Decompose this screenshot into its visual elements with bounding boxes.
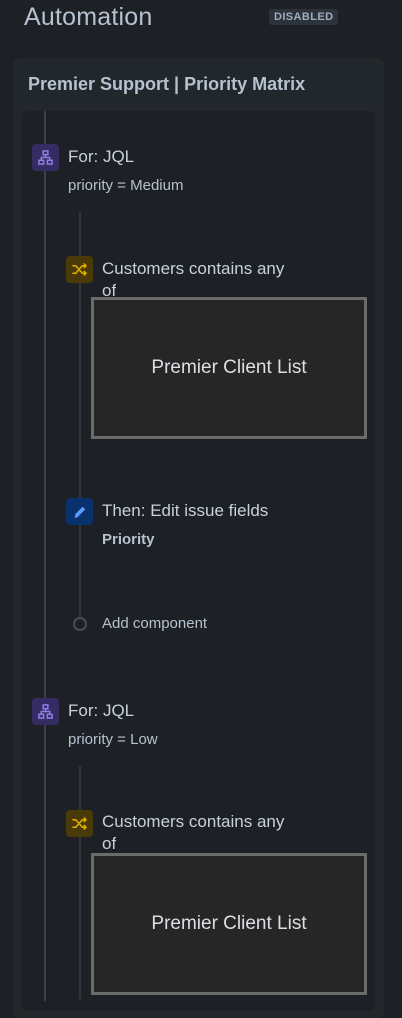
condition-text[interactable]: Customers contains any [102, 259, 284, 279]
branch-title[interactable]: For: JQL [68, 147, 134, 167]
condition-icon[interactable] [66, 256, 93, 283]
branch-query: priority = Medium [68, 177, 184, 194]
condition-value-box: Premier Client List [91, 853, 367, 995]
add-component-button[interactable]: Add component [102, 615, 207, 632]
condition-text-cont: of [102, 834, 117, 853]
branch-connector [79, 766, 81, 999]
status-badge: DISABLED [269, 9, 339, 25]
flow-connector [44, 111, 46, 1001]
condition-value: Premier Client List [151, 913, 307, 934]
condition-value-box: Premier Client List [91, 297, 367, 439]
page-title: Automation [24, 3, 153, 31]
action-title[interactable]: Then: Edit issue fields [102, 501, 268, 521]
branch-icon[interactable] [32, 144, 59, 171]
add-component-dot [73, 617, 87, 631]
action-field: Priority [102, 531, 155, 548]
condition-icon[interactable] [66, 810, 93, 837]
condition-text[interactable]: Customers contains any [102, 812, 284, 832]
rule-title: Premier Support | Priority Matrix [28, 74, 306, 94]
branch-title[interactable]: For: JQL [68, 701, 134, 721]
condition-value: Premier Client List [151, 357, 307, 378]
pencil-icon[interactable] [66, 498, 93, 525]
branch-query: priority = Low [68, 731, 158, 748]
branch-icon[interactable] [32, 698, 59, 725]
condition-text-cont: of [102, 281, 117, 298]
